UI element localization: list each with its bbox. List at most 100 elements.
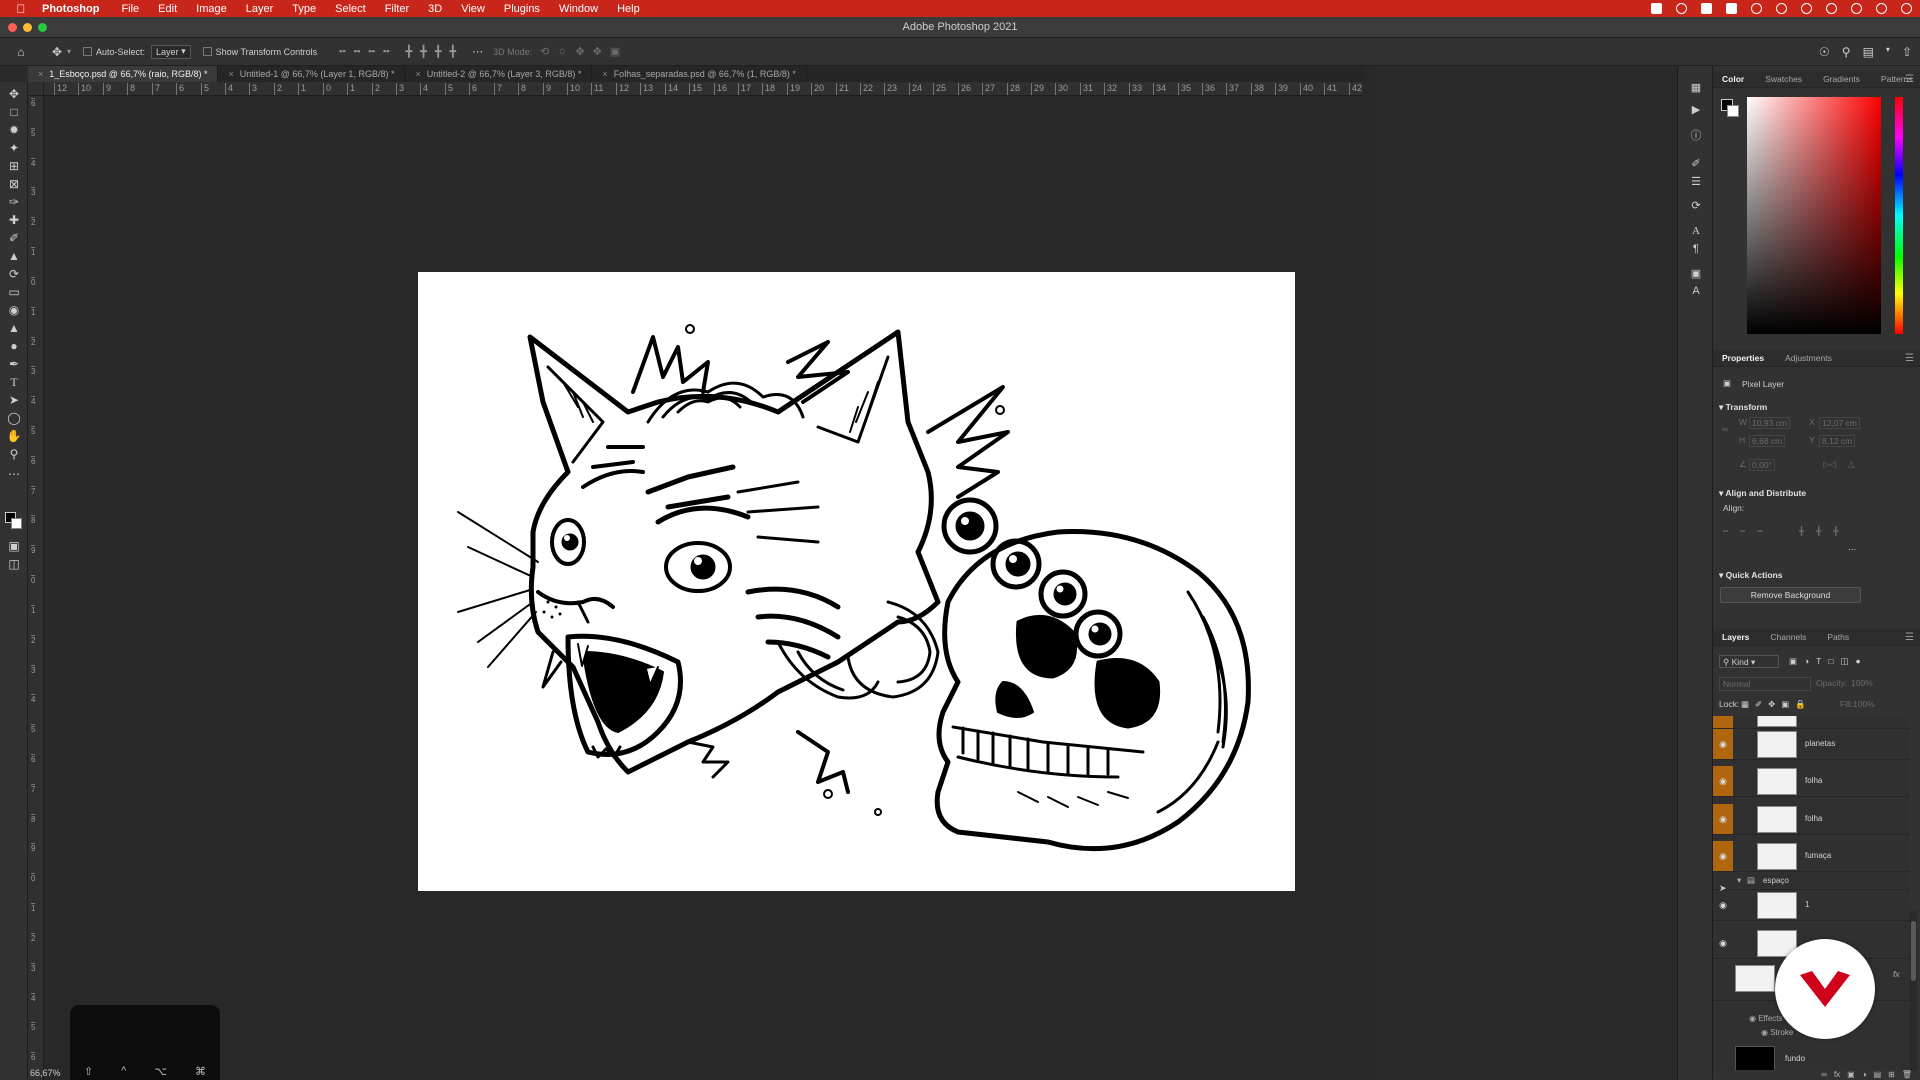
eraser-tool-icon[interactable]: ▭	[6, 284, 22, 300]
filter-type-icons[interactable]: ▣◑T□◫●	[1789, 656, 1868, 667]
brush-tool-icon[interactable]: ✐	[6, 230, 22, 246]
align-top-icon[interactable]: ╋	[406, 45, 413, 58]
clone-stamp-tool-icon[interactable]: ▲	[6, 248, 22, 264]
tab-channels[interactable]: Channels	[1770, 632, 1806, 642]
tab-color[interactable]: Color	[1722, 74, 1744, 84]
flip-vertical-icon[interactable]: △	[1848, 459, 1855, 470]
paragraph-panel-icon[interactable]: ¶	[1689, 242, 1703, 256]
zoom-level[interactable]: 66,67%	[30, 1068, 61, 1078]
share-icon[interactable]: ⇧	[1902, 45, 1912, 59]
tab-adjustments[interactable]: Adjustments	[1785, 353, 1832, 363]
3d-roll-icon[interactable]: ☼	[557, 45, 567, 58]
actions-panel-icon[interactable]: ▶	[1689, 102, 1703, 116]
visibility-eye-icon[interactable]: ◉	[1713, 890, 1733, 920]
app-icon[interactable]	[1726, 3, 1737, 14]
battery-icon[interactable]	[1826, 3, 1837, 14]
link-layers-icon[interactable]: ∞	[1821, 1070, 1827, 1080]
crop-tool-icon[interactable]: ⊞	[6, 158, 22, 174]
layer-row-1[interactable]: ◉ 1	[1713, 890, 1910, 921]
close-tab-icon[interactable]: ×	[228, 69, 233, 79]
menu-filter[interactable]: Filter	[385, 3, 409, 15]
align-center-icon[interactable]: ╍	[354, 45, 361, 58]
command-key-icon[interactable]: ⌘	[195, 1065, 206, 1078]
share-people-icon[interactable]: ☉	[1819, 45, 1830, 59]
visibility-eye-icon[interactable]: ◉	[1713, 804, 1733, 834]
tool-preset-chevron-icon[interactable]: ▾	[67, 47, 71, 56]
menu-window[interactable]: Window	[559, 3, 598, 15]
clone-source-icon[interactable]: ⟳	[1689, 198, 1703, 212]
adjustment-layer-icon[interactable]: ◑	[1862, 1070, 1867, 1080]
filter-kind-dropdown[interactable]: ⚲ Kind ▾	[1719, 655, 1779, 668]
h-field[interactable]: 6,68 cm	[1749, 435, 1786, 447]
record-icon[interactable]	[1651, 3, 1662, 14]
menu-view[interactable]: View	[461, 3, 485, 15]
visibility-eye-icon[interactable]: ◉	[1713, 729, 1733, 759]
tab-swatches[interactable]: Swatches	[1765, 74, 1802, 84]
new-layer-icon[interactable]: ⊞	[1888, 1070, 1895, 1080]
align-section-title[interactable]: ▾ Align and Distribute	[1719, 488, 1806, 499]
x-field[interactable]: 12,07 cm	[1819, 417, 1860, 429]
close-window-button[interactable]	[8, 23, 17, 32]
3d-pan-icon[interactable]: ✥	[575, 45, 584, 58]
layer-row[interactable]	[1713, 716, 1910, 729]
menu-edit[interactable]: Edit	[158, 3, 177, 15]
tab-paths[interactable]: Paths	[1827, 632, 1849, 642]
path-selection-tool-icon[interactable]: ➤	[6, 392, 22, 408]
menu-select[interactable]: Select	[335, 3, 366, 15]
dropbox-icon[interactable]	[1701, 3, 1712, 14]
layer-row-folha[interactable]: ◉ folha	[1713, 766, 1910, 797]
menu-type[interactable]: Type	[292, 3, 316, 15]
search-options-icon[interactable]: ⚲	[1842, 45, 1851, 59]
menu-help[interactable]: Help	[617, 3, 640, 15]
document-canvas[interactable]	[418, 272, 1295, 891]
paint-bucket-tool-icon[interactable]: ◉	[6, 302, 22, 318]
transform-section-title[interactable]: ▾ Transform	[1719, 402, 1767, 413]
pen-tool-icon[interactable]: ✒	[6, 356, 22, 372]
color-picker-field[interactable]	[1747, 97, 1881, 334]
new-group-icon[interactable]: ▤	[1874, 1070, 1882, 1080]
opacity-value[interactable]: 100%	[1851, 678, 1873, 688]
play-icon[interactable]	[1751, 3, 1762, 14]
panel-menu-icon[interactable]: ☰	[1905, 353, 1914, 364]
align-left-icon[interactable]: ╍	[339, 45, 346, 58]
distribute-icon[interactable]: ╍	[383, 45, 390, 58]
bluetooth-icon[interactable]	[1801, 3, 1812, 14]
menu-app-name[interactable]: Photoshop	[42, 3, 99, 15]
panel-menu-icon[interactable]: ☰	[1905, 74, 1914, 85]
layer-row-fumaca[interactable]: ◉ fumaça	[1713, 841, 1910, 872]
option-key-icon[interactable]: ⌥	[154, 1065, 167, 1078]
search-icon[interactable]	[1851, 3, 1862, 14]
align-horizontal-icons[interactable]: ╍╍╍	[1723, 526, 1774, 537]
zoom-window-button[interactable]	[38, 23, 47, 32]
align-vertical-icons[interactable]: ╋╋╋	[1799, 526, 1850, 537]
auto-select-dropdown[interactable]: Layer ▾	[151, 44, 191, 59]
scrollbar-thumb[interactable]	[1911, 921, 1916, 981]
background-swatch[interactable]	[1727, 105, 1739, 117]
menu-file[interactable]: File	[121, 3, 139, 15]
auto-select-checkbox[interactable]	[83, 47, 93, 56]
panel-menu-icon[interactable]: ☰	[1905, 632, 1914, 643]
frame-tool-icon[interactable]: ⊠	[6, 176, 22, 192]
tab-properties[interactable]: Properties	[1722, 353, 1764, 363]
control-key-icon[interactable]: ^	[121, 1065, 126, 1078]
home-icon[interactable]: ⌂	[14, 45, 28, 59]
hue-slider[interactable]	[1895, 97, 1903, 334]
distribute-vertical-icon[interactable]: ╋	[450, 45, 457, 58]
control-center-icon[interactable]	[1876, 3, 1887, 14]
remove-background-button[interactable]: Remove Background	[1720, 587, 1861, 603]
siri-icon[interactable]	[1901, 3, 1912, 14]
character-panel-icon[interactable]: A	[1689, 224, 1703, 238]
background-color-swatch[interactable]	[11, 518, 22, 529]
layer-group-espaco[interactable]: ➤ ▾ ▤ espaço	[1713, 872, 1910, 893]
quick-mask-icon[interactable]: ▣	[6, 538, 22, 554]
ellipse-tool-icon[interactable]: ◯	[6, 410, 22, 426]
zoom-tool-icon[interactable]: ⚲	[6, 446, 22, 462]
magic-wand-tool-icon[interactable]: ✦	[6, 140, 22, 156]
close-tab-icon[interactable]: ×	[415, 69, 420, 79]
brush-settings-icon[interactable]: ☰	[1689, 174, 1703, 188]
more-tools-icon[interactable]: ⋯	[6, 466, 22, 482]
more-align-icon[interactable]: ⋯	[1848, 544, 1857, 555]
tab-layers[interactable]: Layers	[1722, 632, 1749, 642]
close-tab-icon[interactable]: ×	[38, 69, 43, 79]
healing-brush-tool-icon[interactable]: ✚	[6, 212, 22, 228]
